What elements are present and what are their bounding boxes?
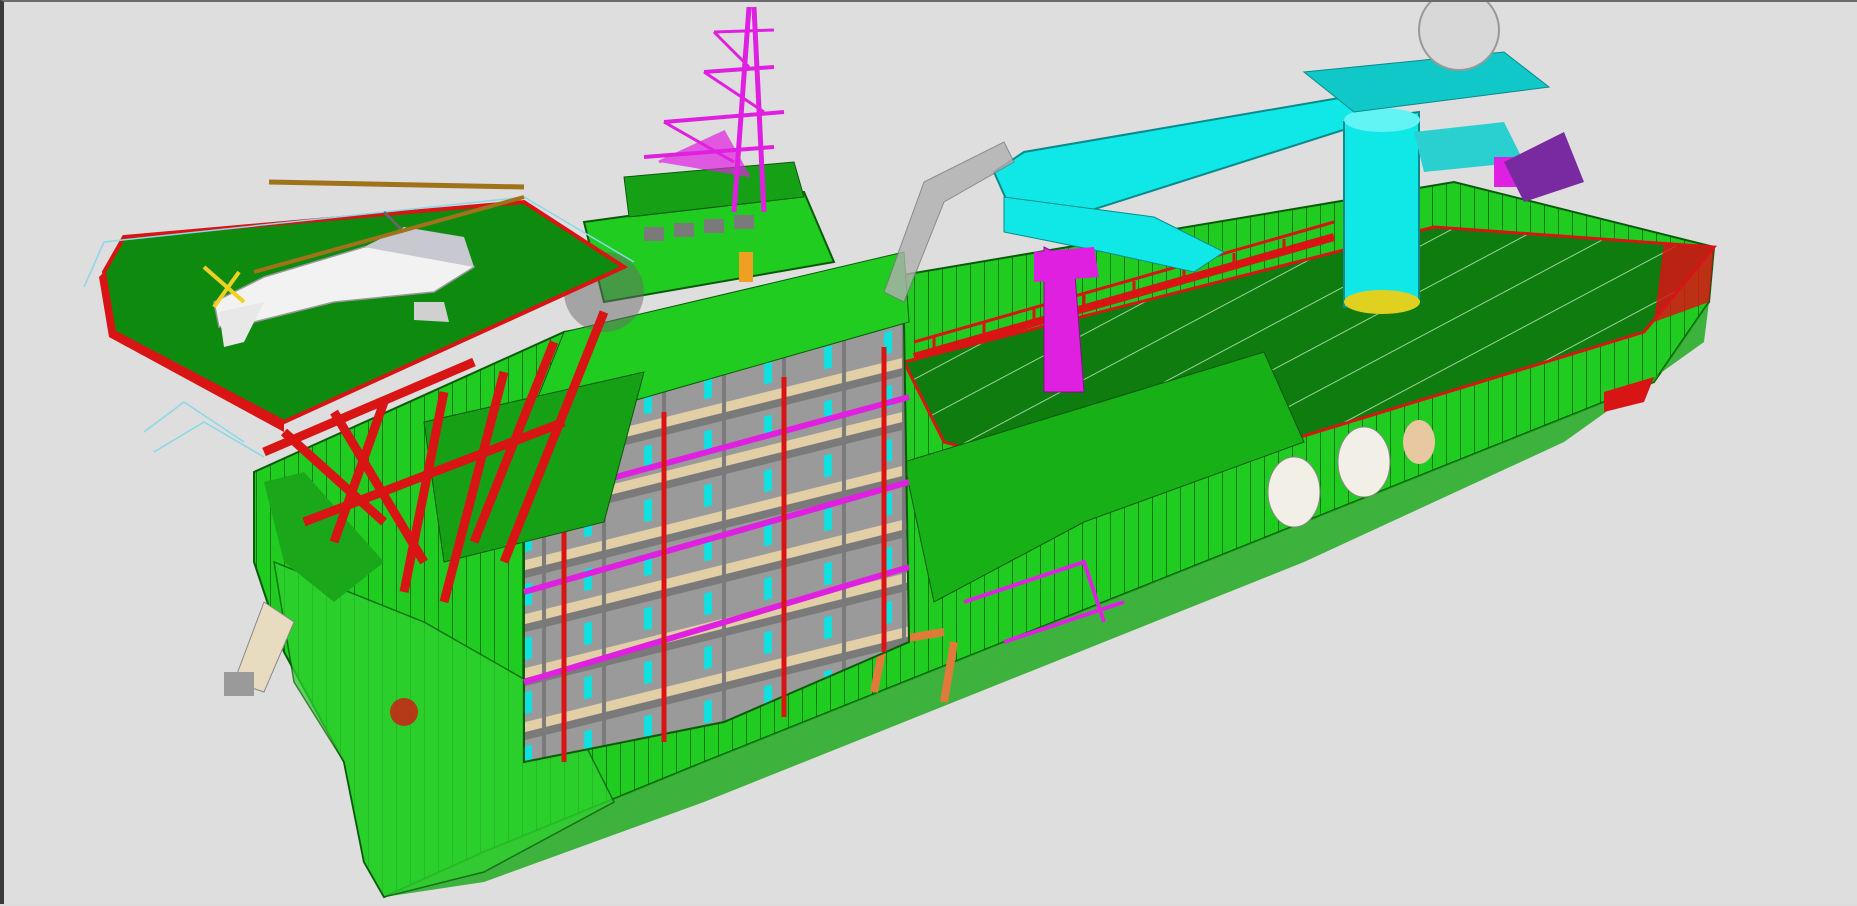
3d-model-viewport[interactable] xyxy=(0,0,1857,904)
ship-model-render xyxy=(83,2,1718,899)
